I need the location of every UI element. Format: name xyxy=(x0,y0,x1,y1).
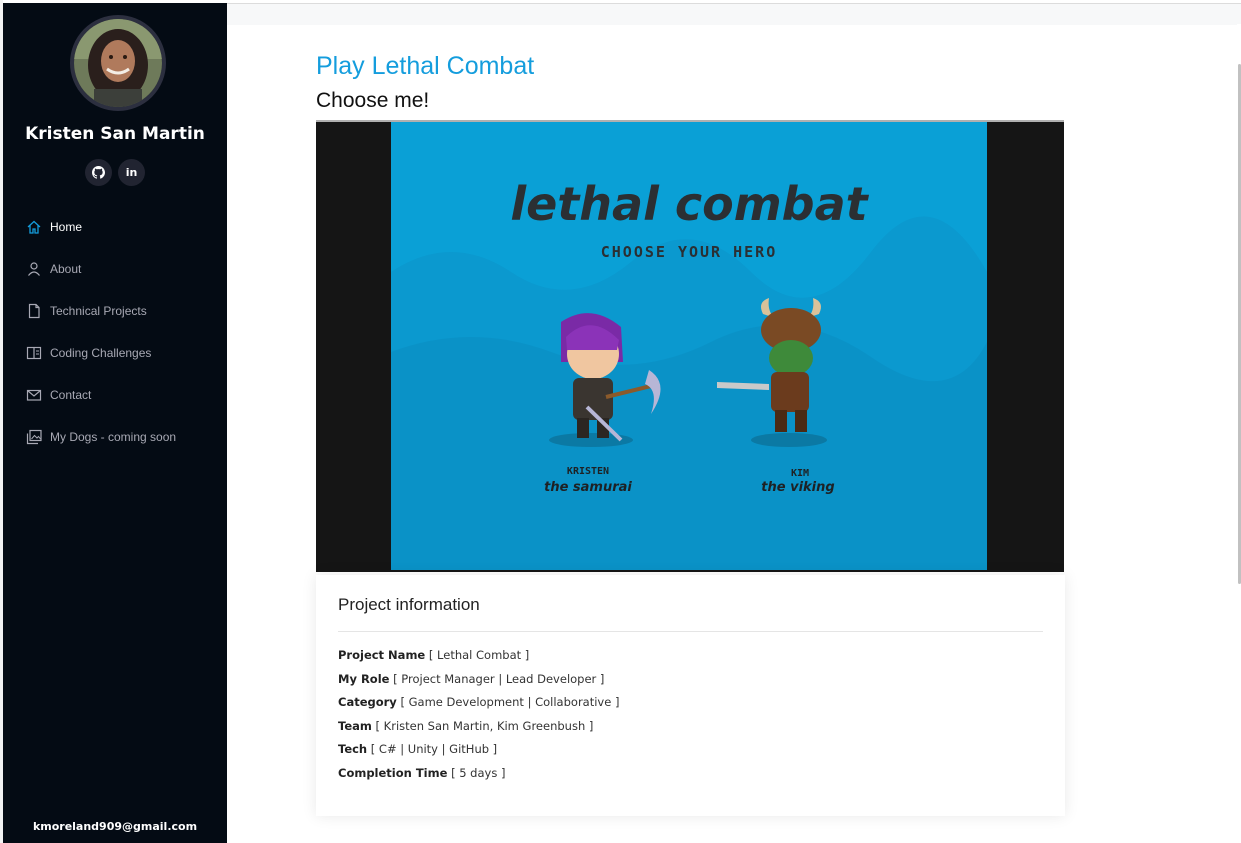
info-label: Category xyxy=(338,695,397,709)
hero-title-samurai: the samurai xyxy=(544,480,632,495)
nav-item-coding-challenges[interactable]: Coding Challenges xyxy=(3,332,227,374)
info-value: [ Lethal Combat ] xyxy=(428,648,530,662)
hero-name-kristen: KRISTEN xyxy=(567,466,609,477)
profile-photo xyxy=(74,19,162,107)
nav-item-technical-projects[interactable]: Technical Projects xyxy=(3,290,227,332)
github-icon xyxy=(92,166,105,179)
project-info-card: Project information Project Name [ Letha… xyxy=(316,575,1065,816)
info-value: [ Project Manager | Lead Developer ] xyxy=(393,671,605,686)
page-subtitle: Choose me! xyxy=(316,89,430,112)
avatar xyxy=(70,15,166,111)
info-label: My Role xyxy=(338,671,390,686)
game-logo: lethal combat xyxy=(510,177,869,231)
project-info-list: Project Name [ Lethal Combat ] My Role [… xyxy=(338,647,619,788)
top-bar xyxy=(227,3,1241,25)
nav-item-my-dogs[interactable]: My Dogs - coming soon xyxy=(3,416,227,458)
project-info-heading: Project information xyxy=(338,595,480,614)
info-label: Tech xyxy=(338,742,368,756)
home-icon xyxy=(26,219,42,235)
page-title: Play Lethal Combat xyxy=(316,52,535,80)
file-icon xyxy=(26,303,42,319)
linkedin-link[interactable]: in xyxy=(118,159,145,186)
nav-item-about[interactable]: About xyxy=(3,248,227,290)
nav-item-home[interactable]: Home xyxy=(3,206,227,248)
sidebar: Kristen San Martin in Home About Technic… xyxy=(3,3,227,843)
info-row-category: Category [ Game Development | Collaborat… xyxy=(338,694,619,718)
email-text: kmoreland909@gmail.com xyxy=(32,820,198,833)
nav-label-my-dogs: My Dogs - coming soon xyxy=(50,430,177,444)
info-label: Completion Time xyxy=(338,765,448,780)
nav-label-technical-projects: Technical Projects xyxy=(50,304,147,318)
book-icon xyxy=(26,345,42,361)
info-row-completion-time: Completion Time [ 5 days ] xyxy=(338,765,619,789)
user-icon xyxy=(26,261,42,277)
info-row-project-name: Project Name [ Lethal Combat ] xyxy=(338,647,619,671)
social-links: in xyxy=(3,159,227,186)
info-value: [ Game Development | Collaborative ] xyxy=(400,695,620,709)
linkedin-icon: in xyxy=(125,166,138,179)
game-embed[interactable]: lethal combat CHOOSE YOUR HERO KRISTEN t… xyxy=(316,120,1064,572)
hero-name-kim: KIM xyxy=(791,468,809,479)
nav-label-coding-challenges: Coding Challenges xyxy=(50,346,152,360)
nav-label-contact: Contact xyxy=(50,388,92,402)
info-value: [ C# | Unity | GitHub ] xyxy=(370,742,498,756)
game-screen[interactable]: lethal combat CHOOSE YOUR HERO KRISTEN t… xyxy=(391,122,987,570)
info-row-team: Team [ Kristen San Martin, Kim Greenbush… xyxy=(338,718,619,742)
nav-label-about: About xyxy=(50,262,82,276)
info-label: Team xyxy=(338,718,372,733)
envelope-icon xyxy=(26,387,42,403)
sidebar-nav: Home About Technical Projects Coding Cha… xyxy=(3,206,227,458)
images-icon xyxy=(26,429,42,445)
info-label: Project Name xyxy=(338,648,426,662)
divider xyxy=(338,631,1043,632)
scrollbar[interactable] xyxy=(1237,24,1241,843)
nav-label-home: Home xyxy=(50,220,83,234)
game-tagline: CHOOSE YOUR HERO xyxy=(601,243,778,261)
info-row-tech: Tech [ C# | Unity | GitHub ] xyxy=(338,741,619,765)
info-row-role: My Role [ Project Manager | Lead Develop… xyxy=(338,671,619,695)
info-value: [ 5 days ] xyxy=(451,765,506,780)
github-link[interactable] xyxy=(85,159,112,186)
info-value: [ Kristen San Martin, Kim Greenbush ] xyxy=(375,718,594,733)
profile-name: Kristen San Martin xyxy=(25,124,205,144)
nav-item-contact[interactable]: Contact xyxy=(3,374,227,416)
hero-title-viking: the viking xyxy=(761,480,834,495)
